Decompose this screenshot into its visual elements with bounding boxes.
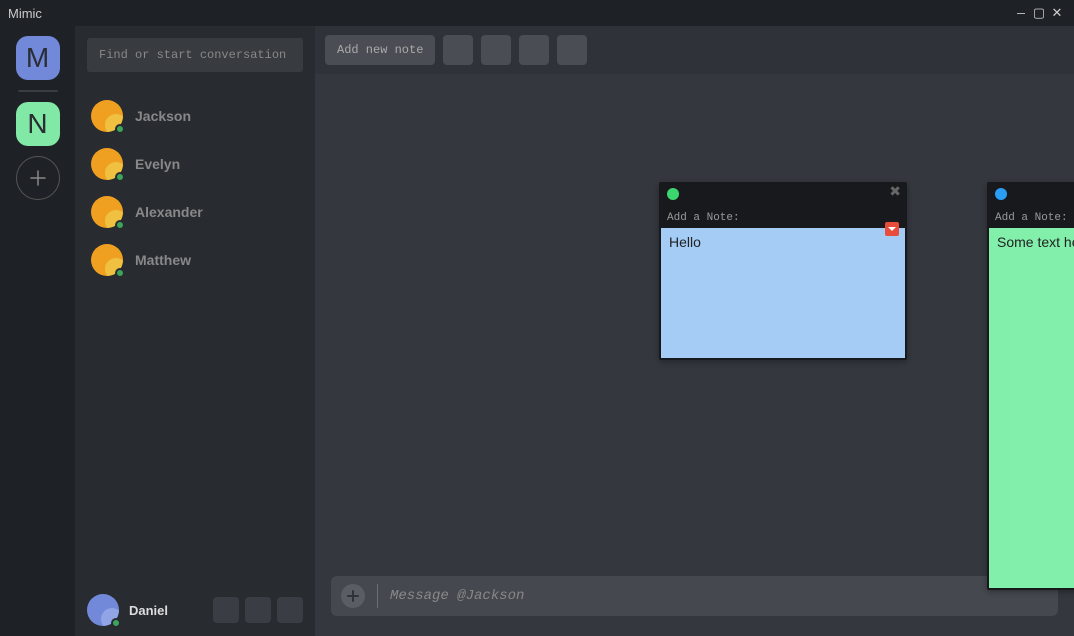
contact-name: Jackson bbox=[135, 108, 191, 124]
server-badge-n[interactable]: N bbox=[16, 102, 60, 146]
status-online-icon bbox=[115, 124, 125, 134]
current-user-name: Daniel bbox=[129, 603, 203, 618]
attach-button[interactable] bbox=[341, 584, 365, 608]
server-badge-m[interactable]: M bbox=[16, 36, 60, 80]
notes-canvas: ✖ Add a Note: Hello ✖ Add a Note: Some t… bbox=[315, 74, 1074, 562]
status-online-icon bbox=[115, 268, 125, 278]
note-color-dropdown[interactable] bbox=[885, 222, 899, 236]
sidebar: Jackson Evelyn Alexander bbox=[75, 26, 315, 636]
avatar bbox=[87, 594, 119, 626]
toolbar-button-1[interactable] bbox=[443, 35, 473, 65]
titlebar: Mimic — ▢ ✕ bbox=[0, 0, 1074, 26]
toolbar: Add new note bbox=[315, 26, 1074, 74]
sidebar-footer: Daniel bbox=[75, 584, 315, 636]
avatar bbox=[91, 244, 123, 276]
contact-item-alexander[interactable]: Alexander bbox=[75, 188, 315, 236]
close-icon[interactable]: ✕ bbox=[1048, 6, 1066, 21]
window-title: Mimic bbox=[8, 6, 42, 21]
note-card[interactable]: ✖ Add a Note: Some text here Red Green B… bbox=[987, 182, 1074, 590]
status-online-icon bbox=[111, 618, 121, 628]
footer-button-2[interactable] bbox=[245, 597, 271, 623]
contact-item-jackson[interactable]: Jackson bbox=[75, 92, 315, 140]
server-rail: M N bbox=[0, 26, 75, 636]
note-label: Add a Note: bbox=[659, 206, 907, 228]
note-textarea[interactable]: Some text here bbox=[989, 228, 1074, 588]
note-header[interactable]: ✖ bbox=[659, 182, 907, 206]
avatar bbox=[91, 100, 123, 132]
note-card[interactable]: ✖ Add a Note: Hello bbox=[659, 182, 907, 360]
minimize-icon[interactable]: — bbox=[1012, 6, 1030, 21]
status-online-icon bbox=[115, 220, 125, 230]
contact-name: Alexander bbox=[135, 204, 203, 220]
add-server-button[interactable] bbox=[16, 156, 60, 200]
note-color-dot-icon bbox=[995, 188, 1007, 200]
maximize-icon[interactable]: ▢ bbox=[1030, 6, 1048, 21]
plus-icon bbox=[347, 590, 359, 602]
add-note-button[interactable]: Add new note bbox=[325, 35, 435, 65]
contact-name: Matthew bbox=[135, 252, 191, 268]
divider bbox=[377, 584, 378, 608]
note-textarea[interactable]: Hello bbox=[661, 228, 905, 358]
toolbar-button-2[interactable] bbox=[481, 35, 511, 65]
toolbar-button-3[interactable] bbox=[519, 35, 549, 65]
message-input[interactable] bbox=[390, 588, 1048, 604]
footer-button-3[interactable] bbox=[277, 597, 303, 623]
server-divider bbox=[18, 90, 58, 92]
contact-name: Evelyn bbox=[135, 156, 180, 172]
footer-button-1[interactable] bbox=[213, 597, 239, 623]
contact-item-evelyn[interactable]: Evelyn bbox=[75, 140, 315, 188]
contact-list: Jackson Evelyn Alexander bbox=[75, 84, 315, 584]
note-label: Add a Note: bbox=[987, 206, 1074, 228]
main-area: Add new note ✖ Add a Note: Hello bbox=[315, 26, 1074, 636]
search-input[interactable] bbox=[87, 38, 303, 72]
note-header[interactable]: ✖ bbox=[987, 182, 1074, 206]
status-online-icon bbox=[115, 172, 125, 182]
plus-icon bbox=[29, 169, 47, 187]
avatar bbox=[91, 196, 123, 228]
avatar bbox=[91, 148, 123, 180]
note-close-icon[interactable]: ✖ bbox=[889, 184, 901, 201]
note-color-dot-icon bbox=[667, 188, 679, 200]
message-bar bbox=[331, 576, 1058, 616]
toolbar-button-4[interactable] bbox=[557, 35, 587, 65]
contact-item-matthew[interactable]: Matthew bbox=[75, 236, 315, 284]
